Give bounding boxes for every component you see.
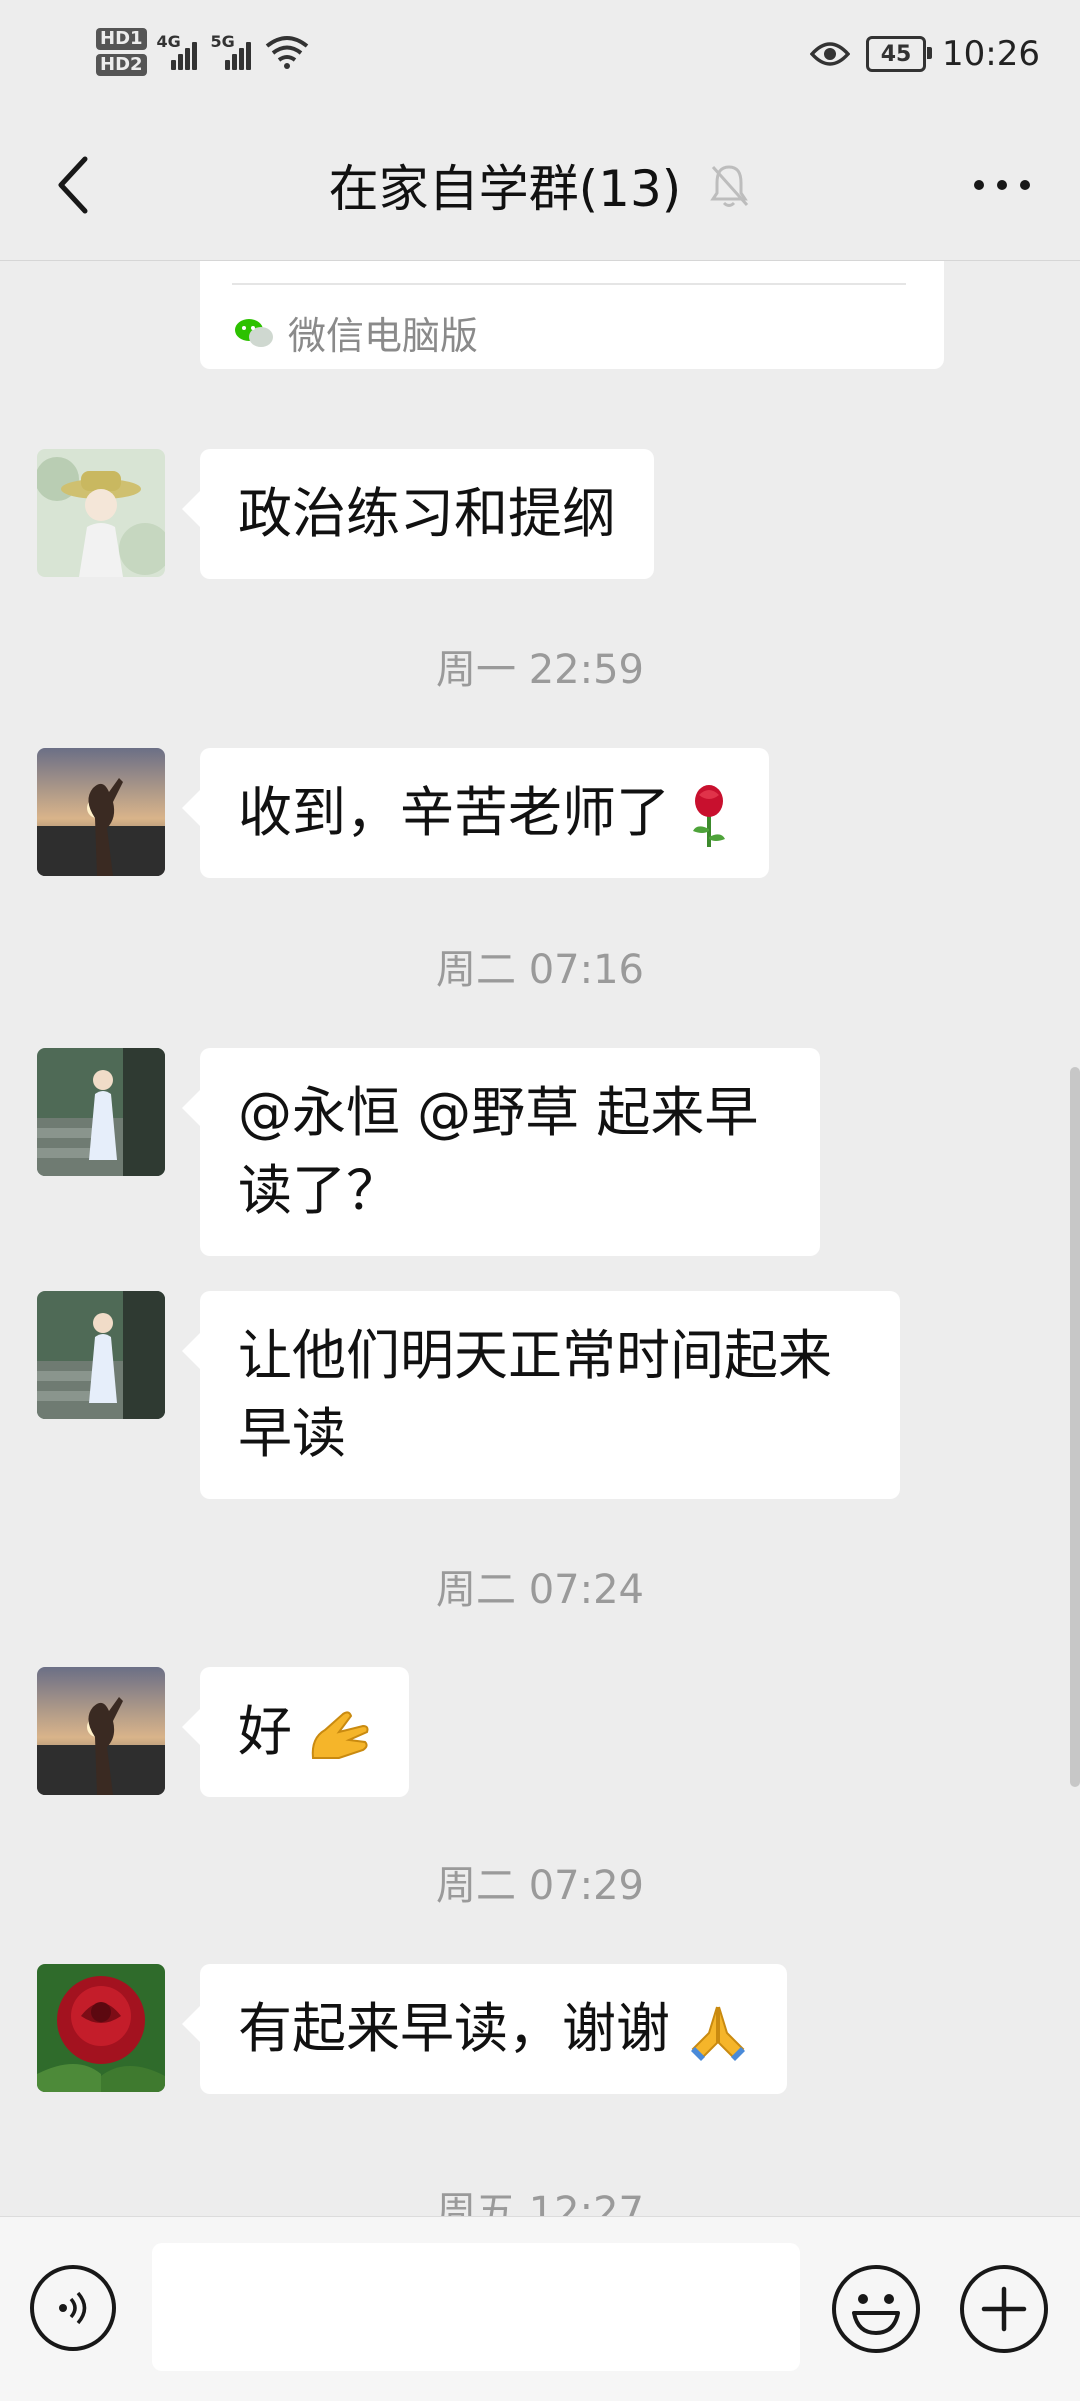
battery-indicator: 45 — [866, 36, 933, 72]
divider — [232, 283, 906, 285]
message-bubble[interactable]: @永恒 @野草 起来早读了？ — [182, 1048, 820, 1256]
message-bubble[interactable]: 好 — [181, 1667, 410, 1797]
emoji-button[interactable] — [832, 2265, 920, 2353]
message-bubble[interactable]: 政治练习和提纲 — [182, 449, 654, 579]
chat-header: 在家自学群(13) — [0, 110, 1080, 261]
avatar-red-rose-image — [37, 1964, 165, 2092]
message-bubble[interactable]: 有起来早读，谢谢 — [181, 1964, 788, 2094]
avatar-girl-stairs-image — [37, 1048, 165, 1176]
voice-button[interactable] — [30, 2265, 116, 2351]
ok-hand-icon — [311, 1711, 369, 1760]
avatar-girl-stairs-image — [37, 1291, 165, 1419]
avatar[interactable] — [37, 1291, 165, 1419]
avatar[interactable] — [37, 1964, 165, 2092]
chat-title: 在家自学群(13) — [328, 160, 682, 218]
message-bubble[interactable]: 让他们明天正常时间起来早读 — [182, 1291, 900, 1499]
bell-off-icon — [710, 165, 749, 207]
avatar-sunset-hand-image — [37, 748, 165, 876]
hd2-indicator: HD2 — [96, 54, 147, 76]
emoji-icon — [852, 2294, 900, 2335]
message-text: 让他们明天正常时间起来早读 — [238, 1324, 832, 1465]
message-text: 有起来早读，谢谢 — [238, 1997, 670, 2060]
more-dots-icon — [974, 180, 1030, 190]
message-text: @永恒 @野草 起来早读了？ — [238, 1081, 759, 1222]
hd-indicators: HD1 HD2 — [96, 28, 147, 76]
avatar-sunset-hand-image — [37, 1667, 165, 1795]
avatar[interactable] — [37, 449, 165, 577]
signal-5g-icon: 5G — [211, 32, 255, 72]
file-message-card[interactable]: 98.0 KB 微信电脑版 — [200, 261, 944, 369]
signal-4g-icon: 4G — [157, 32, 201, 72]
status-right: 45 10:26 — [810, 26, 1040, 82]
status-bar: HD1 HD2 4G 5G 45 10:26 — [0, 0, 1080, 110]
timestamp: 周一 22:59 — [436, 647, 644, 693]
plus-icon — [981, 2286, 1027, 2332]
voice-icon — [59, 2291, 87, 2325]
timestamp: 周二 07:16 — [436, 947, 644, 993]
avatar[interactable] — [37, 1048, 165, 1176]
input-bar — [0, 2216, 1080, 2401]
message-text: 收到，辛苦老师了 — [238, 781, 670, 844]
wechat-icon — [235, 318, 273, 347]
plus-button[interactable] — [960, 2265, 1048, 2353]
timestamp: 周五 12:27 — [436, 2189, 644, 2216]
timestamp: 周二 07:24 — [436, 1567, 644, 1613]
avatar-girl-hat-image — [37, 449, 165, 577]
message-text: 政治练习和提纲 — [238, 482, 616, 545]
avatar[interactable] — [37, 1667, 165, 1795]
scrollbar[interactable] — [1070, 1067, 1080, 1787]
status-time: 10:26 — [942, 34, 1040, 74]
wifi-icon — [265, 36, 308, 69]
file-size: 98.0 KB — [240, 261, 403, 270]
message-text: 好 — [238, 1700, 292, 1763]
rose-icon — [693, 785, 726, 848]
message-input[interactable] — [152, 2243, 800, 2371]
file-source-label: 微信电脑版 — [288, 314, 479, 358]
more-button[interactable] — [962, 150, 1042, 220]
avatar[interactable] — [37, 748, 165, 876]
title-wrap: 在家自学群(13) — [0, 150, 1080, 220]
file-source: 微信电脑版 — [234, 305, 478, 360]
status-left: HD1 HD2 4G 5G — [96, 22, 309, 82]
timestamp: 周二 07:29 — [436, 1863, 644, 1909]
message-bubble[interactable]: 收到，辛苦老师了 — [181, 748, 770, 878]
chat-area[interactable]: 98.0 KB 微信电脑版 政治练习和提纲 — [0, 261, 1080, 2216]
eye-icon — [810, 42, 851, 66]
praying-hands-icon — [691, 2007, 746, 2062]
hd1-indicator: HD1 — [96, 28, 147, 50]
